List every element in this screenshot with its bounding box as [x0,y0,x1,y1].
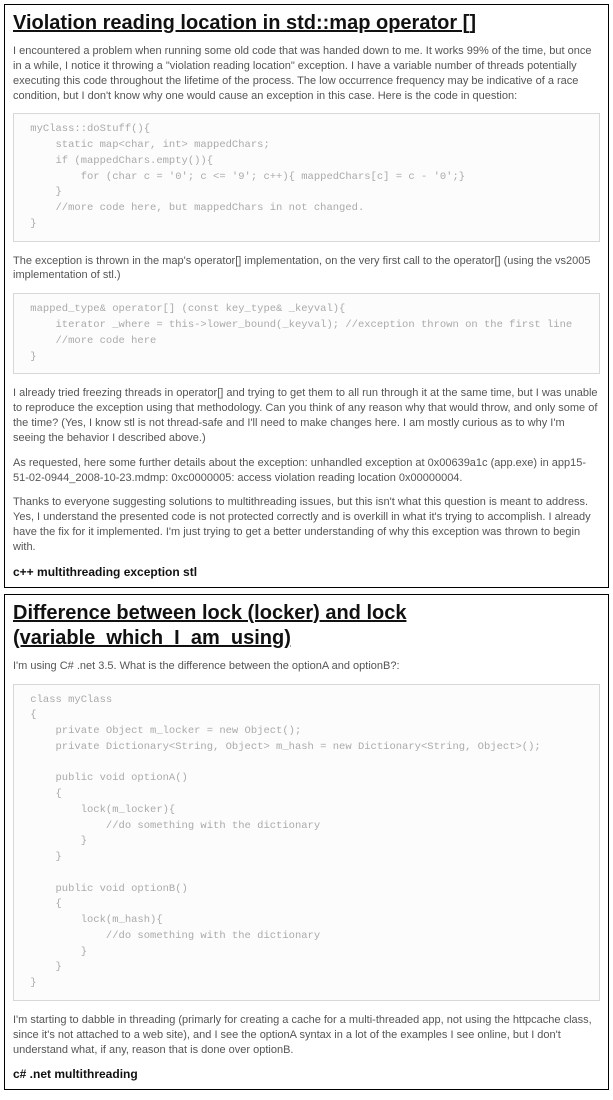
post-title[interactable]: Violation reading location in std::map o… [13,11,600,36]
post-paragraph: The exception is thrown in the map's ope… [13,254,600,284]
code-block: myClass::doStuff(){ static map<char, int… [13,113,600,241]
post-paragraph: As requested, here some further details … [13,456,600,486]
code-block: class myClass { private Object m_locker … [13,684,600,1001]
post-paragraph: Thanks to everyone suggesting solutions … [13,495,600,554]
post-paragraph: I'm starting to dabble in threading (pri… [13,1013,600,1058]
post-title[interactable]: Difference between lock (locker) and loc… [13,601,600,651]
post-paragraph: I already tried freezing threads in oper… [13,386,600,445]
post: Difference between lock (locker) and loc… [4,594,609,1091]
post-tags[interactable]: c# .net multithreading [13,1067,600,1081]
code-block: mapped_type& operator[] (const key_type&… [13,293,600,374]
post: Violation reading location in std::map o… [4,4,609,588]
post-paragraph: I'm using C# .net 3.5. What is the diffe… [13,659,600,674]
post-paragraph: I encountered a problem when running som… [13,44,600,103]
post-tags[interactable]: c++ multithreading exception stl [13,565,600,579]
